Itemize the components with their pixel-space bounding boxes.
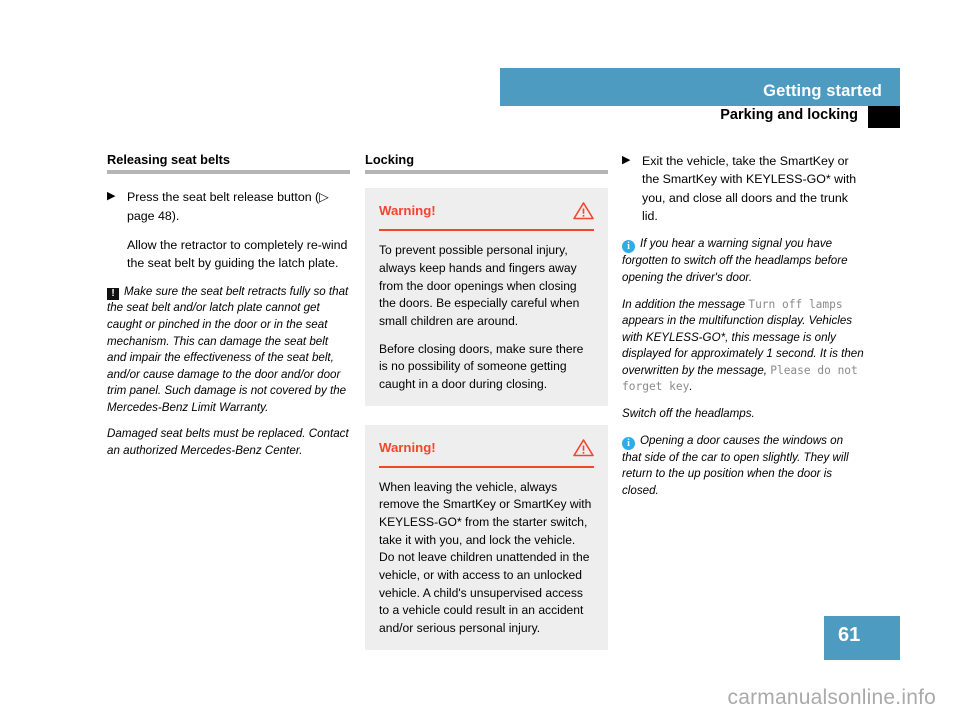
list-item: ▶ Exit the vehicle, take the SmartKey or… (622, 152, 865, 225)
right-note-4: i Opening a door causes the windows on th… (622, 433, 865, 500)
list-item-text: Exit the vehicle, take the SmartKey or t… (642, 154, 857, 224)
bullet-text-lead: Press the seat belt release button ( (127, 190, 320, 205)
section-header: Parking and locking (500, 106, 900, 132)
right-note-1: i If you hear a warning signal you have f… (622, 236, 865, 286)
warning-box-2-paragraph-1: When leaving the vehicle, always remove … (379, 479, 592, 635)
left-paragraph-1: Allow the retractor to completely re-win… (127, 238, 348, 271)
warning-box-1-paragraph-2: Before closing doors, make sure there is… (379, 341, 584, 391)
right-note-2-lead: In addition the message (622, 297, 749, 311)
section-title: Parking and locking (720, 107, 858, 123)
warning-box-2-header: Warning! (379, 438, 594, 468)
warning-box-1-paragraph-1: To prevent possible personal injury, alw… (379, 243, 580, 328)
right-note-1-text: If you hear a warning signal you have fo… (622, 237, 848, 285)
left-note-1-text: Make sure the seat belt retracts fully s… (107, 284, 349, 414)
left-section-heading: Releasing seat belts (107, 152, 231, 167)
chapter-title: Getting started (763, 82, 882, 100)
warning-box-1: Warning! To prevent possible personal in… (365, 188, 608, 406)
warning-box-2: Warning! When leaving the vehicle, alway… (365, 424, 608, 650)
right-note-4-text: Opening a door causes the windows on tha… (622, 433, 849, 497)
page-number: 61 (838, 624, 861, 646)
warning-box-1-header: Warning! (379, 201, 594, 232)
chapter-header-bar: Getting started (500, 68, 900, 106)
left-section-rule (107, 170, 350, 175)
page-number-box: 61 (824, 616, 900, 660)
info-icon: i (622, 240, 635, 254)
middle-section-heading: Locking (365, 152, 415, 167)
right-note-3: Switch off the headlamps. (622, 407, 755, 421)
right-note-2: In addition the message Turn off lamps a… (622, 297, 865, 396)
bullet-arrow-icon: ▶ (622, 154, 631, 166)
exclamation-icon: ! (107, 287, 119, 300)
column-middle: Locking Warning! To prevent possible per… (365, 152, 608, 669)
thumb-index-tab (868, 106, 900, 128)
cross-ref-arrow-icon: ▷ (319, 190, 329, 205)
warning-triangle-icon (573, 438, 594, 456)
info-icon: i (622, 436, 635, 450)
list-item: ▶ Press the seat belt release button (▷ … (107, 188, 350, 225)
source-watermark: carmanualsonline.info (727, 686, 936, 709)
left-note-2: Damaged seat belts must be replaced. Con… (107, 427, 349, 457)
column-left: Releasing seat belts ▶ Press the seat be… (107, 152, 350, 470)
middle-section-rule (365, 170, 608, 175)
display-message-1: Turn off lamps (748, 297, 843, 311)
warning-box-1-title: Warning! (379, 203, 436, 219)
warning-triangle-icon (573, 202, 594, 220)
column-right: ▶ Exit the vehicle, take the SmartKey or… (622, 152, 865, 509)
cross-ref-label: page 48). (127, 208, 180, 223)
list-item-text: Press the seat belt release button (▷ pa… (127, 188, 350, 225)
bullet-arrow-icon: ▶ (107, 190, 116, 203)
left-note-1: ! Make sure the seat belt retracts fully … (107, 284, 350, 417)
right-note-2-tail: . (689, 380, 693, 394)
warning-box-2-title: Warning! (379, 439, 436, 455)
